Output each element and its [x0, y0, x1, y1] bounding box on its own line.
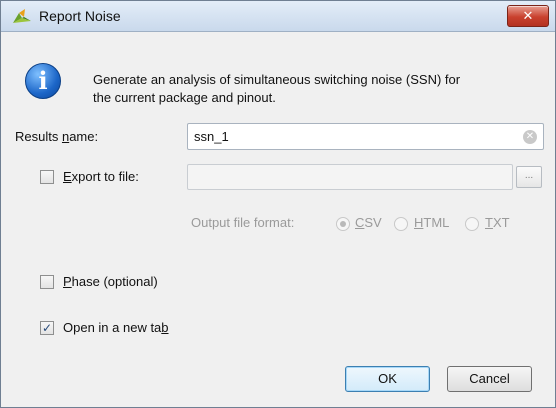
info-message: Generate an analysis of simultaneous swi…: [93, 71, 533, 107]
export-file-path-input[interactable]: [187, 164, 513, 190]
txt-radio[interactable]: [465, 217, 479, 231]
close-icon: ✕: [522, 8, 534, 23]
phase-checkbox[interactable]: [40, 275, 54, 289]
csv-option-label: CSV: [355, 215, 382, 230]
clear-icon[interactable]: ✕: [523, 130, 537, 144]
output-format-label: Output file format:: [191, 215, 295, 230]
html-option-label: HTML: [414, 215, 450, 230]
window-title: Report Noise: [39, 8, 121, 24]
txt-option-label: TXT: [485, 215, 510, 230]
info-icon: i: [25, 63, 61, 99]
open-new-tab-label: Open in a new tab: [63, 320, 169, 335]
close-button[interactable]: ✕: [507, 5, 549, 27]
cancel-button[interactable]: Cancel: [447, 366, 532, 392]
ok-button[interactable]: OK: [345, 366, 430, 392]
open-new-tab-checkbox[interactable]: ✓: [40, 321, 54, 335]
report-noise-dialog: Report Noise ✕ i Generate an analysis of…: [0, 0, 556, 408]
html-radio[interactable]: [394, 217, 408, 231]
vivado-leaf-icon: [13, 9, 31, 23]
title-bar[interactable]: Report Noise ✕: [1, 1, 555, 32]
info-line-1: Generate an analysis of simultaneous swi…: [93, 72, 461, 87]
results-name-label: Results name:: [15, 129, 99, 144]
export-to-file-label: Export to file:: [63, 169, 139, 184]
results-name-input[interactable]: [187, 123, 544, 150]
export-to-file-checkbox[interactable]: [40, 170, 54, 184]
phase-label: Phase (optional): [63, 274, 158, 289]
info-line-2: the current package and pinout.: [93, 90, 276, 105]
browse-button[interactable]: ...: [516, 166, 542, 188]
csv-radio[interactable]: [336, 217, 350, 231]
